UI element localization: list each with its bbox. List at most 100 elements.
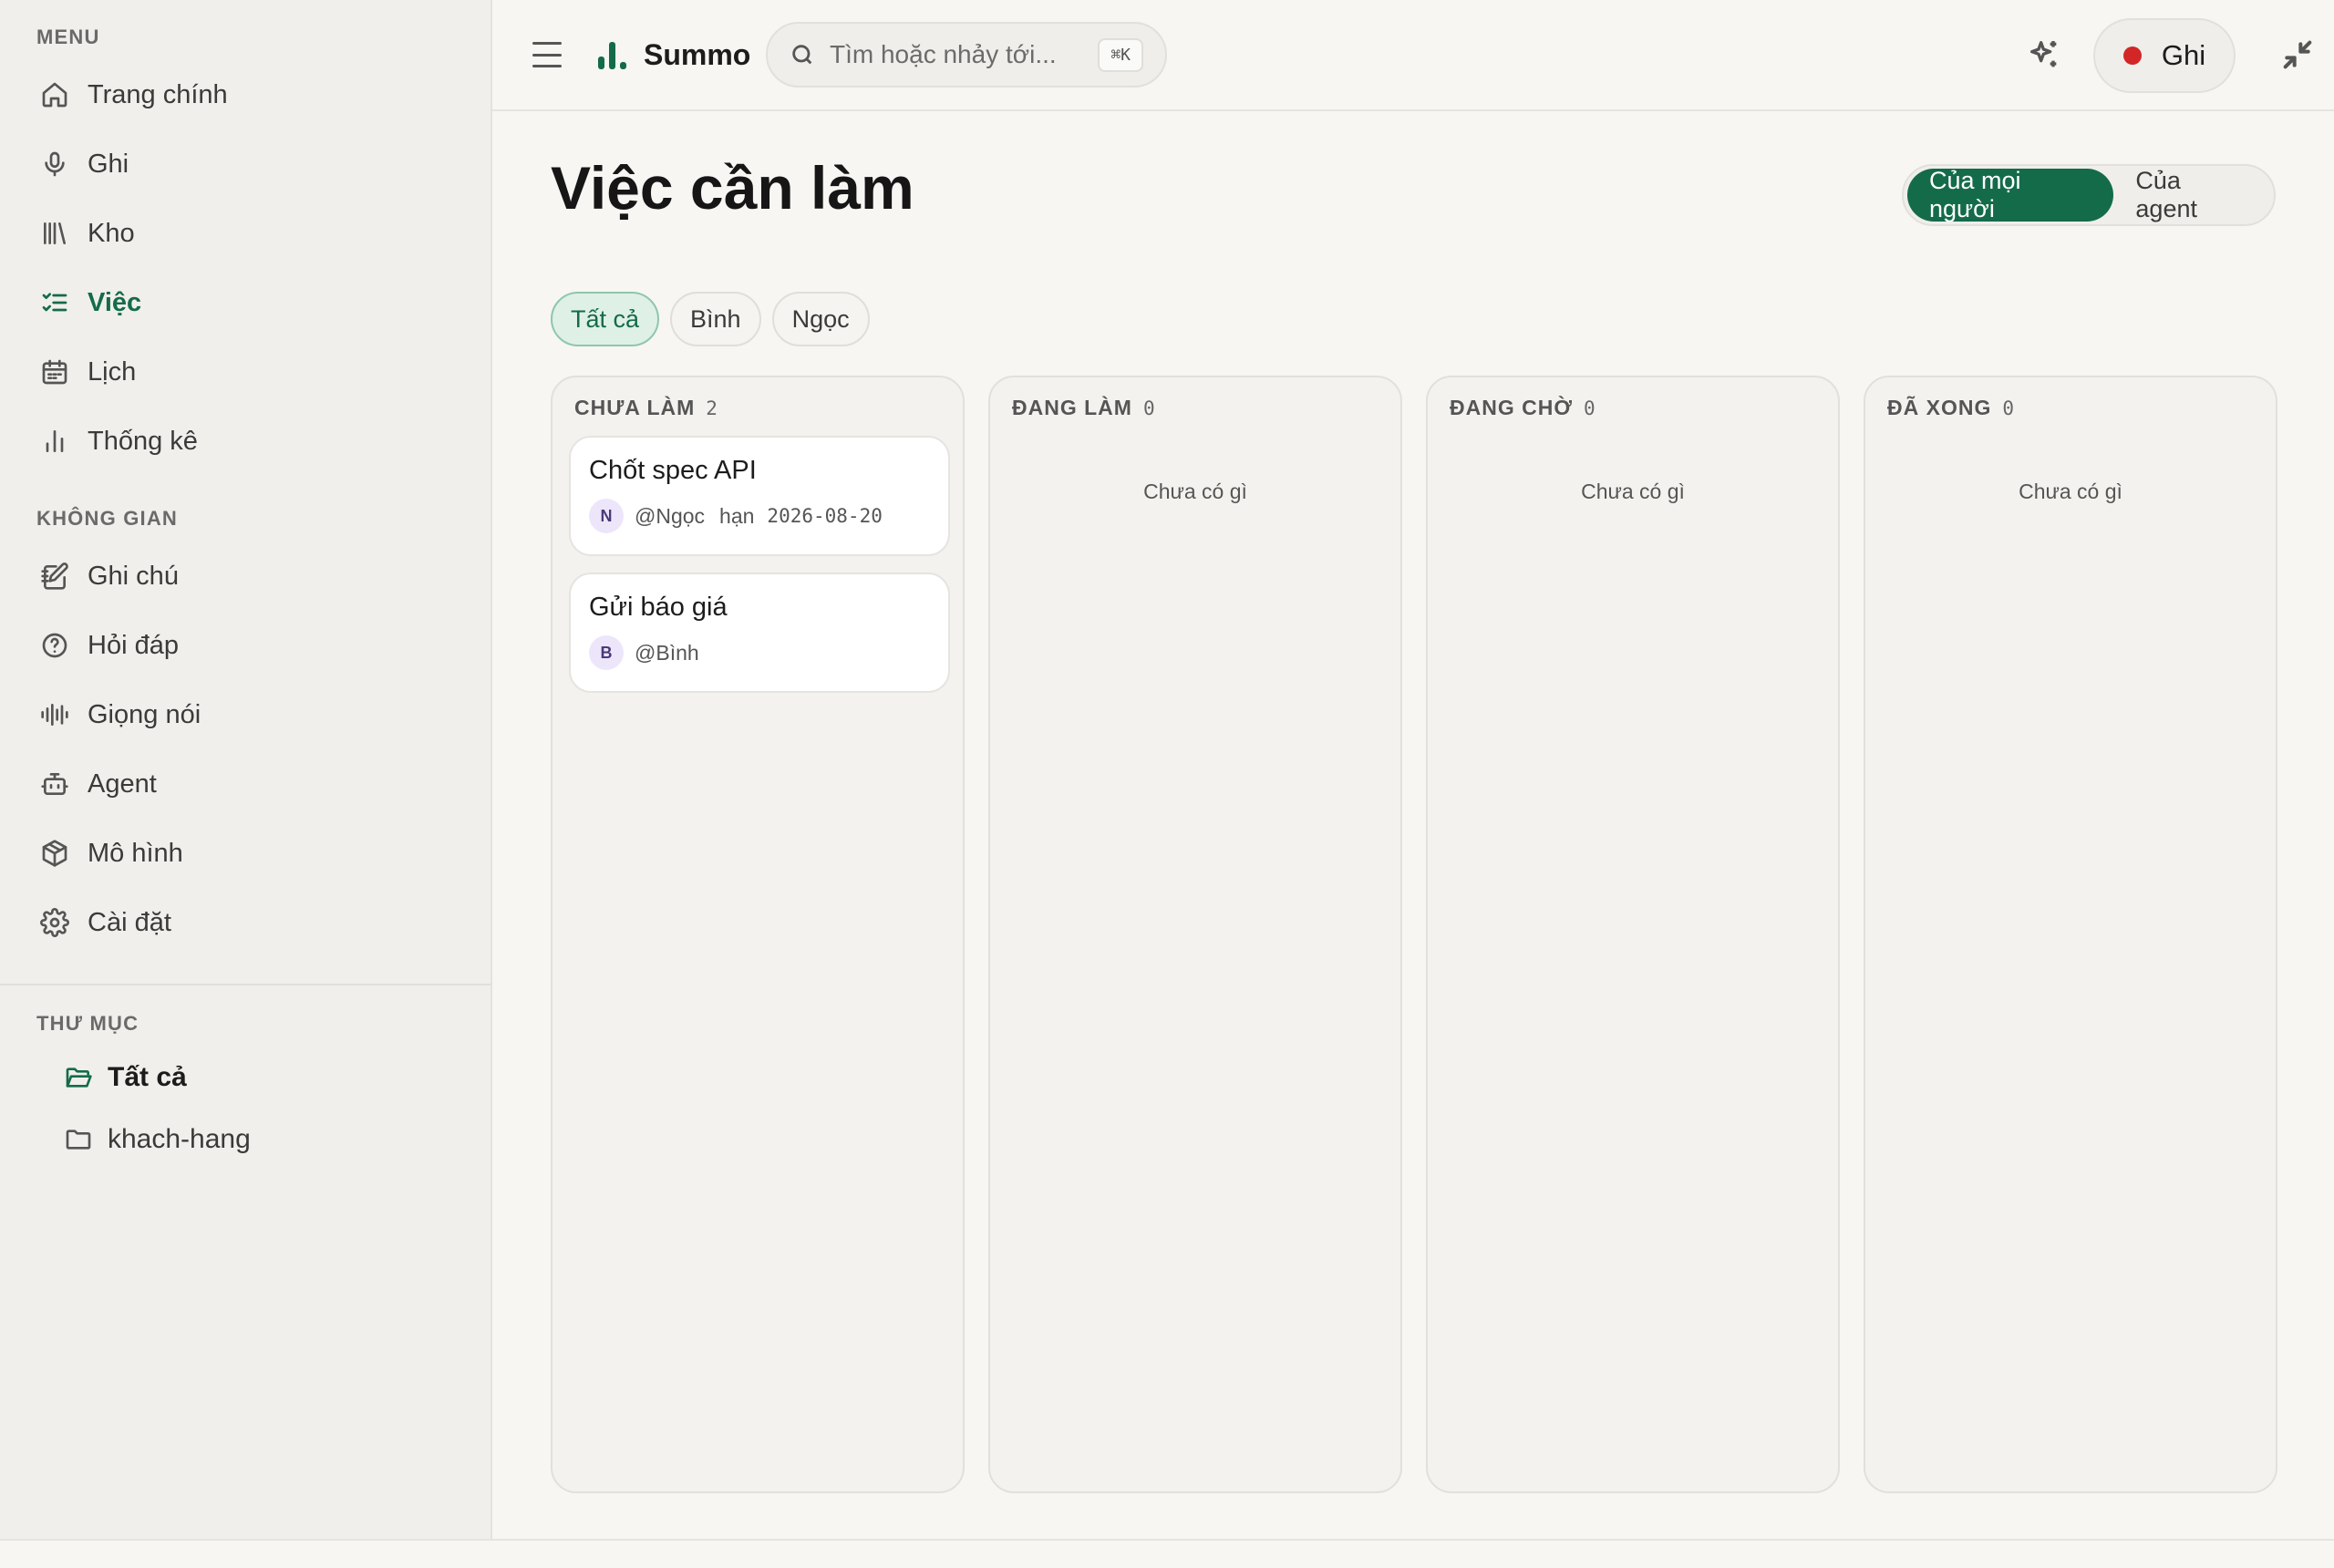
record-dot-icon	[2122, 46, 2142, 65]
task-assignee: @Bình	[635, 640, 699, 665]
sidebar-item-label: Agent	[88, 769, 157, 799]
logo-bars-icon	[594, 36, 631, 73]
folder-item-all[interactable]: Tất cả	[64, 1052, 447, 1103]
gear-icon	[36, 904, 73, 941]
scope-everyone-button[interactable]: Của mọi người	[1907, 167, 2114, 222]
filter-chip-binh[interactable]: Bình	[670, 292, 761, 346]
record-label: Ghi	[2161, 39, 2206, 71]
sidebar-item-label: Trang chính	[88, 79, 228, 109]
bot-icon	[36, 766, 73, 802]
column-todo: CHƯA LÀM 2 Chốt spec API N @Ngọc hạn 202…	[551, 376, 965, 1493]
column-count: 0	[2002, 397, 2015, 419]
brand[interactable]: Summo	[594, 33, 750, 77]
sidebar-item-record[interactable]: Ghi	[36, 137, 456, 191]
avatar: B	[589, 635, 624, 670]
sidebar-item-label: Ghi chú	[88, 561, 179, 591]
column-header: CHƯA LÀM 2	[574, 396, 718, 420]
minimize-icon	[2283, 40, 2312, 69]
kanban-board: CHƯA LÀM 2 Chốt spec API N @Ngọc hạn 202…	[551, 376, 2277, 1493]
menu-section-label: MENU	[36, 26, 100, 48]
column-title: CHƯA LÀM	[574, 396, 696, 419]
column-empty-text: Chưa có gì	[1143, 480, 1247, 503]
sidebar-item-label: Giọng nói	[88, 699, 201, 729]
notebook-pen-icon	[36, 558, 73, 594]
column-empty-text: Chưa có gì	[1581, 480, 1685, 503]
column-empty-text: Chưa có gì	[2019, 480, 2122, 503]
folder-item-khach-hang[interactable]: khach-hang	[64, 1114, 447, 1165]
search-shortcut-badge: ⌘K	[1098, 37, 1143, 72]
bar-chart-icon	[36, 423, 73, 459]
search-icon	[792, 45, 812, 65]
sidebar-item-label: Mô hình	[88, 838, 183, 868]
column-waiting: ĐANG CHỜ 0 Chưa có gì	[1426, 376, 1840, 1493]
audio-lines-icon	[36, 696, 73, 733]
sidebar-item-notes[interactable]: Ghi chú	[36, 549, 456, 603]
record-button[interactable]: Ghi	[2093, 18, 2236, 93]
scope-agent-button[interactable]: Của agent	[2113, 167, 2270, 222]
sidebar-item-label: Việc	[88, 287, 142, 317]
column-header: ĐÃ XONG 0	[1887, 396, 2015, 420]
column-done: ĐÃ XONG 0 Chưa có gì	[1864, 376, 2277, 1493]
sidebar-item-label: Thống kê	[88, 426, 198, 456]
topbar: Summo Tìm hoặc nhảy tới... ⌘K Ghi	[492, 0, 2334, 111]
task-assignee: @Ngọc	[635, 503, 706, 528]
sidebar-divider	[0, 984, 491, 985]
sidebar-item-label: Ghi	[88, 149, 129, 179]
sidebar-item-stats[interactable]: Thống kê	[36, 414, 456, 469]
calendar-icon	[36, 354, 73, 390]
filter-chip-ngoc[interactable]: Ngọc	[771, 292, 870, 346]
sidebar-item-label: Cài đặt	[88, 907, 171, 937]
task-meta: B @Bình	[589, 635, 930, 670]
filter-chip-all[interactable]: Tất cả	[551, 292, 660, 346]
menu-toggle-button[interactable]	[529, 36, 565, 73]
app-window: MENU Trang chính Ghi Kho Việc Lịch Thống…	[0, 0, 2334, 1539]
column-title: ĐANG LÀM	[1012, 396, 1132, 419]
checklist-icon	[36, 284, 73, 321]
column-title: ĐANG CHỜ	[1450, 396, 1573, 419]
folder-item-label: Tất cả	[108, 1062, 187, 1092]
column-count: 0	[1583, 397, 1596, 419]
folder-icon	[64, 1123, 97, 1156]
microphone-icon	[36, 146, 73, 182]
task-title: Chốt spec API	[589, 456, 757, 485]
sidebar-item-library[interactable]: Kho	[36, 206, 456, 261]
collapse-button[interactable]	[2279, 36, 2319, 77]
sidebar-item-home[interactable]: Trang chính	[36, 67, 456, 122]
sidebar-item-tasks[interactable]: Việc	[36, 275, 456, 330]
brand-name: Summo	[644, 37, 751, 71]
task-card[interactable]: Chốt spec API N @Ngọc hạn 2026-08-20	[569, 436, 950, 556]
avatar: N	[589, 499, 624, 533]
library-icon	[36, 215, 73, 252]
column-header: ĐANG CHỜ 0	[1450, 396, 1596, 420]
bottom-strip	[0, 1539, 2334, 1568]
task-card[interactable]: Gửi báo giá B @Bình	[569, 573, 950, 693]
folder-open-icon	[64, 1061, 97, 1094]
sidebar-item-qa[interactable]: Hỏi đáp	[36, 618, 456, 673]
sidebar-item-label: Hỏi đáp	[88, 630, 179, 660]
column-title: ĐÃ XONG	[1887, 396, 1992, 419]
help-circle-icon	[36, 627, 73, 664]
hamburger-icon	[532, 42, 562, 45]
folder-item-label: khach-hang	[108, 1124, 251, 1154]
space-section-label: KHÔNG GIAN	[36, 507, 178, 530]
sidebar-item-calendar[interactable]: Lịch	[36, 345, 456, 399]
search-input[interactable]: Tìm hoặc nhảy tới... ⌘K	[766, 22, 1167, 88]
main-content: Summo Tìm hoặc nhảy tới... ⌘K Ghi Việc c…	[492, 0, 2334, 1539]
task-meta: N @Ngọc hạn 2026-08-20	[589, 499, 930, 533]
scope-toggle: Của mọi người Của agent	[1902, 164, 2276, 226]
sidebar-item-voice[interactable]: Giọng nói	[36, 687, 456, 742]
sidebar-item-label: Kho	[88, 218, 135, 248]
sidebar-item-agent[interactable]: Agent	[36, 757, 456, 811]
home-icon	[36, 77, 73, 113]
ai-sparkle-button[interactable]	[2026, 36, 2066, 77]
column-in-progress: ĐANG LÀM 0 Chưa có gì	[988, 376, 1402, 1493]
sidebar-item-label: Lịch	[88, 356, 137, 387]
sidebar-item-settings[interactable]: Cài đặt	[36, 895, 456, 950]
sidebar: MENU Trang chính Ghi Kho Việc Lịch Thống…	[0, 0, 492, 1539]
search-placeholder: Tìm hoặc nhảy tới...	[830, 40, 1057, 68]
task-title: Gửi báo giá	[589, 593, 728, 622]
page-title: Việc cần làm	[551, 154, 914, 222]
package-icon	[36, 835, 73, 872]
sidebar-item-models[interactable]: Mô hình	[36, 826, 456, 881]
sparkles-icon	[2030, 41, 2057, 67]
